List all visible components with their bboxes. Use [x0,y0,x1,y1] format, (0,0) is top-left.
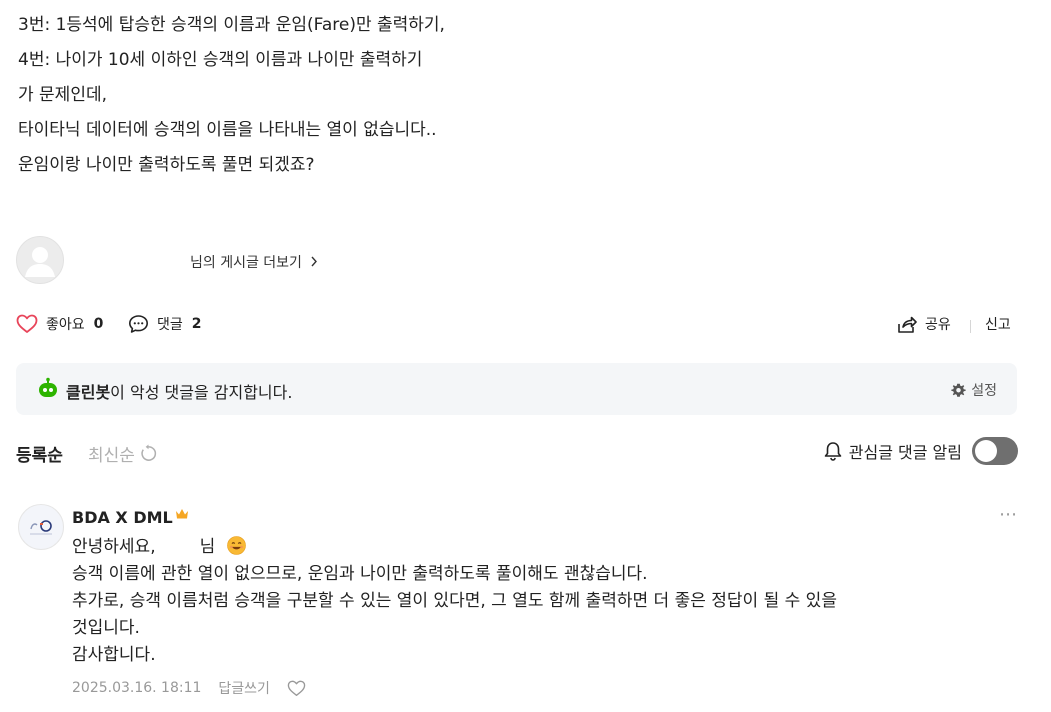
cleanbot-message: 클린봇이 악성 댓글을 감지합니다. [66,379,292,403]
sort-latest-label: 최신순 [88,446,135,466]
comment-notify-control: 관심글 댓글 알림 [824,437,1018,465]
like-label: 좋아요 [46,317,85,333]
notify-toggle[interactable] [972,437,1018,465]
comment-label: 댓글 [157,317,183,333]
cleanbot-name: 클린봇 [66,383,111,402]
more-posts-label: 님의 게시글 더보기 [190,255,302,271]
author-row: 님의 게시글 더보기 [16,236,516,284]
comment-text-line: 승객 이름에 관한 열이 없으므로, 운임과 나이만 출력하도록 풀이해도 괜찮… [72,564,648,584]
comment-author[interactable]: BDA X DML [72,508,189,527]
comment-text-line: 것입니다. [72,618,140,638]
share-button[interactable]: 공유 [896,314,951,334]
cleanbot-banner: 클린봇이 악성 댓글을 감지합니다. 설정 [16,363,1017,415]
share-label: 공유 [925,317,951,333]
more-posts-link[interactable]: 님의 게시글 더보기 [190,252,318,272]
heart-icon [16,314,38,333]
heart-icon[interactable] [287,680,306,697]
comment-greeting-line: 안녕하세요, 님 [72,534,1002,561]
report-label: 신고 [985,317,1011,333]
toggle-knob [975,440,997,462]
like-button[interactable]: 좋아요 0 [16,314,103,334]
comment-text-line: 감사합니다. [72,645,156,665]
refresh-icon [141,444,157,461]
crown-icon [175,508,188,518]
comment-body: 안녕하세요, 님 승객 이름에 관한 열이 없으므로, 운임과 나이만 출력하도록… [72,534,1002,669]
smile-emoji-icon [226,536,246,555]
comment-author-name: BDA X DML [72,508,173,527]
gear-icon [951,383,966,397]
cleanbot-text: 이 악성 댓글을 감지합니다. [110,383,293,402]
commenter-avatar[interactable] [18,504,64,550]
comment-count: 2 [191,316,202,332]
author-avatar[interactable] [16,236,64,284]
like-count: 0 [93,316,104,332]
cleanbot-settings-label: 설정 [971,383,997,399]
more-icon[interactable]: ⋯ [999,504,1018,525]
post-text-line: 가 문제인데, [18,85,108,105]
cleanbot-settings-button[interactable]: 설정 [951,380,997,400]
chevron-right-icon [311,256,318,267]
comment-button[interactable]: 댓글 2 [128,314,202,334]
comment-icon [129,315,148,333]
post-text-line: 타이타닉 데이터에 승객의 이름을 나타내는 열이 없습니다.. [18,120,437,140]
notify-label: 관심글 댓글 알림 [848,443,962,462]
share-icon [898,316,917,333]
post-action-bar: 좋아요 0 댓글 2 공유 신고 [16,312,1018,340]
action-divider [970,320,971,333]
comment-text-line: 추가로, 승객 이름처럼 승객을 구분할 수 있는 열이 있다면, 그 열도 함… [72,591,837,611]
sort-registered-tab[interactable]: 등록순 [16,441,63,466]
post-text-line: 운임이랑 나이만 출력하도록 풀면 되겠죠? [18,155,315,175]
comment-greeting-suffix: 님 [199,537,216,557]
post-body: 3번: 1등석에 탑승한 승객의 이름과 운임(Fare)만 출력하기, 4번:… [18,8,1018,183]
comment-greeting: 안녕하세요, [72,537,156,557]
sort-latest-tab[interactable]: 최신순 [88,441,158,466]
bell-icon [824,442,842,461]
report-button[interactable]: 신고 [985,314,1011,334]
post-text-line: 4번: 나이가 10세 이하인 승객의 이름과 나이만 출력하기 [18,50,423,70]
comment-sort-row: 등록순 최신순 관심글 댓글 알림 [16,436,1018,468]
comment-meta: 2025.03.16. 18:11 답글쓰기 [72,678,306,698]
post-text-line: 3번: 1등석에 탑승한 승객의 이름과 운임(Fare)만 출력하기, [18,15,445,35]
reply-button[interactable]: 답글쓰기 [218,678,270,698]
cleanbot-icon [39,377,57,397]
comment-date: 2025.03.16. 18:11 [72,680,202,696]
